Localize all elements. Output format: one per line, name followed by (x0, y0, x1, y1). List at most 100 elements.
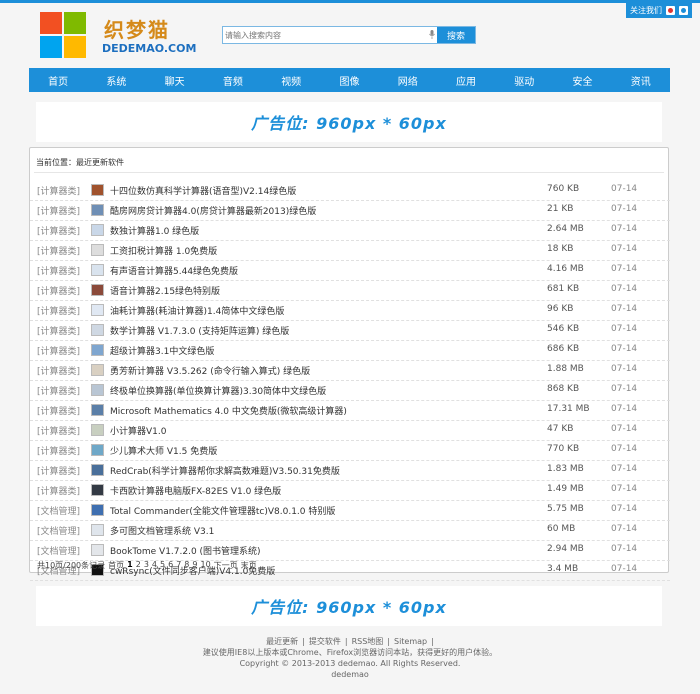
table-row[interactable]: [计算器类] 工资扣税计算器 1.0免费版 18 KB 07-14 (30, 241, 670, 261)
pager-page-link[interactable]: 7 (176, 560, 181, 571)
footer-link[interactable]: RSS地图 (352, 637, 384, 646)
ad-banner-bottom[interactable]: 广告位: 960px * 60px (36, 586, 662, 626)
nav-item[interactable]: 音频 (204, 68, 262, 92)
table-row[interactable]: [计算器类] 油耗计算器(耗油计算器)1.4简体中文绿色版 96 KB 07-14 (30, 301, 670, 321)
category-link[interactable]: [计算器类] (37, 464, 80, 477)
category-link[interactable]: [计算器类] (37, 324, 80, 337)
software-name-link[interactable]: Total Commander(全能文件管理器tc)V8.0.1.0 特别版 (110, 504, 335, 517)
table-row[interactable]: [计算器类] 卡西欧计算器电脑版FX-82ES V1.0 绿色版 1.49 MB 07… (30, 481, 670, 501)
search-button[interactable]: 搜索 (437, 27, 475, 43)
software-name-link[interactable]: 多可图文档管理系统 V3.1 (110, 524, 214, 537)
nav-item[interactable]: 资讯 (612, 68, 670, 92)
category-link[interactable]: [文档管理] (37, 504, 80, 517)
pager-page-link[interactable]: 4 (152, 560, 157, 571)
footer-link[interactable]: 提交软件 (309, 637, 341, 646)
pager-first-link[interactable]: 首页 (108, 560, 124, 571)
software-name-link[interactable]: 超级计算器3.1中文绿色版 (110, 344, 214, 357)
software-name-link[interactable]: 小计算器V1.0 (110, 424, 166, 437)
nav-item[interactable]: 聊天 (146, 68, 204, 92)
pager-page-link[interactable]: 1 (127, 560, 133, 571)
table-row[interactable]: [计算器类] 数学计算器 V1.7.3.0 (支持矩阵运算) 绿色版 546 KB 0… (30, 321, 670, 341)
category-link[interactable]: [计算器类] (37, 264, 80, 277)
table-row[interactable]: [计算器类] 终极单位换算器(单位换算计算器)3.30简体中文绿色版 868 KB 0… (30, 381, 670, 401)
table-row[interactable]: [文档管理] BookTome V1.7.2.0 (图书管理系统) 2.94 MB 0… (30, 541, 670, 561)
software-name-link[interactable]: RedCrab(科学计算器帮你求解高数难题)V3.50.31免费版 (110, 464, 340, 477)
nav-item[interactable]: 安全 (553, 68, 611, 92)
table-row[interactable]: [计算器类] 少儿算术大师 V1.5 免费版 770 KB 07-14 (30, 441, 670, 461)
follow-us-label[interactable]: 关注我们 (630, 5, 662, 16)
table-row[interactable]: [计算器类] RedCrab(科学计算器帮你求解高数难题)V3.50.31免费版 1… (30, 461, 670, 481)
table-row[interactable]: [计算器类] 语音计算器2.15绿色特别版 681 KB 07-14 (30, 281, 670, 301)
category-link[interactable]: [计算器类] (37, 204, 80, 217)
category-link[interactable]: [计算器类] (37, 444, 80, 457)
ad-banner-top[interactable]: 广告位: 960px * 60px (36, 102, 662, 142)
table-row[interactable]: [计算器类] 勇芳新计算器 V3.5.262 (命令行输入算式) 绿色版 1.88 … (30, 361, 670, 381)
pager-page-link[interactable]: 6 (168, 560, 173, 571)
pager-last-link[interactable]: 末页 (241, 560, 257, 571)
nav-item[interactable]: 系统 (87, 68, 145, 92)
software-name-link[interactable]: 十四位数仿真科学计算器(语音型)V2.14绿色版 (110, 184, 296, 197)
category-link[interactable]: [计算器类] (37, 224, 80, 237)
software-name-link[interactable]: 工资扣税计算器 1.0免费版 (110, 244, 217, 257)
follow-us-bar[interactable]: 关注我们 (626, 2, 692, 18)
table-row[interactable]: [计算器类] 小计算器V1.0 47 KB 07-14 (30, 421, 670, 441)
category-link[interactable]: [计算器类] (37, 184, 80, 197)
search-input[interactable] (225, 27, 425, 43)
nav-item[interactable]: 驱动 (495, 68, 553, 92)
software-name-link[interactable]: 语音计算器2.15绿色特别版 (110, 284, 220, 297)
nav-item[interactable]: 视频 (262, 68, 320, 92)
category-link[interactable]: [计算器类] (37, 424, 80, 437)
software-name-link[interactable]: BookTome V1.7.2.0 (图书管理系统) (110, 544, 261, 557)
pager-next-link[interactable]: 下一页 (214, 560, 238, 571)
category-link[interactable]: [计算器类] (37, 244, 80, 257)
nav-item[interactable]: 图像 (320, 68, 378, 92)
software-name-link[interactable]: 勇芳新计算器 V3.5.262 (命令行输入算式) 绿色版 (110, 364, 310, 377)
file-size: 546 KB (547, 324, 580, 334)
category-link[interactable]: [计算器类] (37, 404, 80, 417)
table-row[interactable]: [计算器类] 酷房网房贷计算器4.0(房贷计算器最新2013)绿色版 21 KB 07… (30, 201, 670, 221)
category-link[interactable]: [计算器类] (37, 284, 80, 297)
footer-link[interactable]: Sitemap (394, 637, 427, 646)
pager-page-link[interactable]: 10 (200, 560, 210, 571)
pager-page-link[interactable]: 2 (136, 560, 141, 571)
update-date: 07-14 (611, 284, 638, 294)
table-row[interactable]: [计算器类] 十四位数仿真科学计算器(语音型)V2.14绿色版 760 KB 07-1… (30, 181, 670, 201)
category-link[interactable]: [文档管理] (37, 544, 80, 557)
table-row[interactable]: [文档管理] 多可图文档管理系统 V3.1 60 MB 07-14 (30, 521, 670, 541)
nav-item[interactable]: 网络 (379, 68, 437, 92)
software-name-link[interactable]: 酷房网房贷计算器4.0(房贷计算器最新2013)绿色版 (110, 204, 316, 217)
category-link[interactable]: [计算器类] (37, 384, 80, 397)
software-name-link[interactable]: 终极单位换算器(单位换算计算器)3.30简体中文绿色版 (110, 384, 326, 397)
nav-item[interactable]: 首页 (29, 68, 87, 92)
software-name-link[interactable]: 卡西欧计算器电脑版FX-82ES V1.0 绿色版 (110, 484, 281, 497)
site-logo[interactable]: 织梦猫 DEDEMAO.COM (40, 12, 196, 62)
category-link[interactable]: [计算器类] (37, 344, 80, 357)
software-icon (91, 444, 104, 456)
table-row[interactable]: [文档管理] Total Commander(全能文件管理器tc)V8.0.1.0… (30, 501, 670, 521)
nav-item[interactable]: 应用 (437, 68, 495, 92)
qq-icon[interactable] (679, 5, 688, 15)
weibo-icon[interactable] (666, 5, 675, 15)
pager-page-link[interactable]: 9 (192, 560, 197, 571)
table-row[interactable]: [计算器类] Microsoft Mathematics 4.0 中文免费版(微软… (30, 401, 670, 421)
software-name-link[interactable]: 数学计算器 V1.7.3.0 (支持矩阵运算) 绿色版 (110, 324, 289, 337)
software-name-link[interactable]: 油耗计算器(耗油计算器)1.4简体中文绿色版 (110, 304, 284, 317)
footer-link[interactable]: 最近更新 (266, 637, 298, 646)
update-date: 07-14 (611, 184, 638, 194)
pager-page-link[interactable]: 8 (184, 560, 189, 571)
category-link[interactable]: [文档管理] (37, 524, 80, 537)
software-name-link[interactable]: 数独计算器1.0 绿色版 (110, 224, 199, 237)
software-name-link[interactable]: Microsoft Mathematics 4.0 中文免费版(微软高级计算器) (110, 404, 347, 417)
table-row[interactable]: [计算器类] 有声语音计算器5.44绿色免费版 4.16 MB 07-14 (30, 261, 670, 281)
pager-page-link[interactable]: 3 (144, 560, 149, 571)
table-row[interactable]: [计算器类] 数独计算器1.0 绿色版 2.64 MB 07-14 (30, 221, 670, 241)
update-date: 07-14 (611, 484, 638, 494)
category-link[interactable]: [计算器类] (37, 364, 80, 377)
pager-page-link[interactable]: 5 (160, 560, 165, 571)
category-link[interactable]: [计算器类] (37, 484, 80, 497)
software-name-link[interactable]: 少儿算术大师 V1.5 免费版 (110, 444, 217, 457)
microphone-icon[interactable] (429, 30, 435, 39)
category-link[interactable]: [计算器类] (37, 304, 80, 317)
table-row[interactable]: [计算器类] 超级计算器3.1中文绿色版 686 KB 07-14 (30, 341, 670, 361)
software-name-link[interactable]: 有声语音计算器5.44绿色免费版 (110, 264, 238, 277)
